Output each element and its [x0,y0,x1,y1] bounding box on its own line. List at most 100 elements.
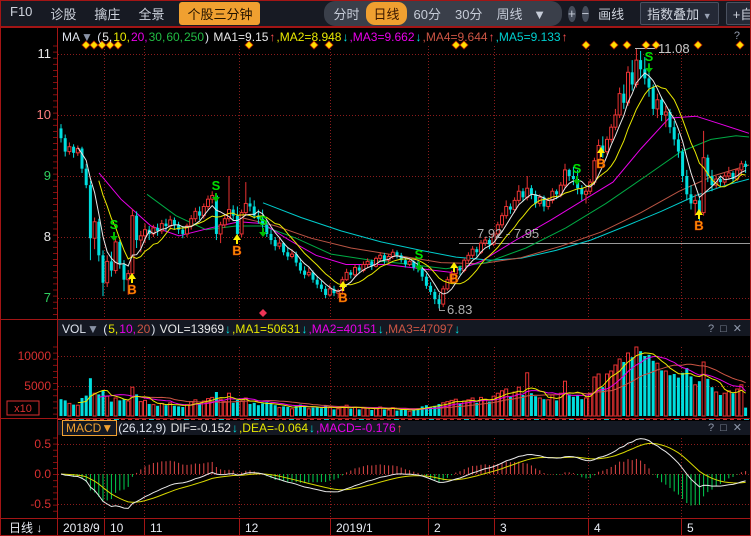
sell-signal-label: S [212,178,221,193]
candle-body-down [249,203,252,206]
tab-60分[interactable]: 60分 [407,2,448,25]
vol-bar-down [156,406,159,416]
candle-body-up [194,211,197,218]
candle-body-up [513,200,516,209]
maximize-icon[interactable]: □ [720,323,727,335]
close-icon[interactable]: ✕ [733,323,742,335]
range-price-label: 7.92 - 7.95 [477,226,539,241]
vol-bar-up [93,393,96,416]
high-price-label: 11.08 [658,41,690,56]
menu-item-诊股[interactable]: 诊股 [50,4,76,23]
vol-bar-down [72,405,75,416]
tab-日线[interactable]: 日线 [366,2,406,25]
vol-bar-down [316,407,319,416]
add-watchlist-dropdown[interactable]: +自选 ▼ [726,2,751,25]
help-icon[interactable]: ? [708,323,714,335]
vol-bar-down [320,408,323,416]
period-corner-dropdown[interactable]: 日线 ↓ [9,521,42,535]
vol-bar-down [64,400,67,416]
chart-canvas[interactable]: SBSBSBSBSBSB11.087.92 - 7.956.8311109871… [1,1,751,536]
header-segment: ↓ [416,30,422,44]
main-pane-icons: ? [728,30,740,42]
header-segment: 20, [131,30,148,44]
vol-bar-down [257,405,260,416]
candle-body-down [97,222,100,256]
vol-bar-down [459,404,462,416]
macd-dropdown[interactable]: MACD▼ [62,420,117,436]
help-icon[interactable]: ? [708,422,714,434]
candle-body-up [354,268,357,275]
vol-pane-icons: ? □ ✕ [702,322,742,335]
sell-arrow-icon [418,262,420,266]
candle-body-down [324,289,327,295]
vol-multiplier-label: x10 [14,403,32,415]
vol-bar-up [635,347,638,416]
vol-bar-up [223,402,226,416]
header-segment: MA1=9.15 [213,30,268,44]
header-segment: 5, [102,30,112,44]
vol-bar-down [396,411,399,416]
ma20-line [99,116,749,272]
vol-bar-up [144,400,147,416]
vol-bar-down [81,398,84,416]
vol-bar-down [677,378,680,416]
vol-bar-down [543,399,546,416]
close-icon[interactable]: ✕ [733,422,742,434]
vol-bar-down [370,410,373,416]
vol-bar-down [282,406,285,416]
vol-bar-up [727,391,730,416]
vol-bar-down [425,405,428,416]
dea-line [61,443,746,502]
vol-bar-down [236,400,239,416]
header-segment: ,MA3=9.662 [349,30,414,44]
vol-bar-up [593,377,596,416]
vol-bar-up [526,373,529,416]
vol-bar-down [165,405,168,416]
stock-3min-button[interactable]: 个股三分钟 [179,2,260,25]
index-overlay-dropdown[interactable]: 指数叠加 ▼ [640,2,719,25]
vol-bar-down [173,406,176,416]
vol-bar-up [538,398,541,416]
vol-bar-down [102,391,105,416]
candle-body-down [72,147,75,153]
vol-bar-down [118,400,121,416]
header-segment: DIF=-0.152 [171,421,231,435]
sell-signal-label: S [415,247,424,262]
ma-indicator-header[interactable]: MA▼ (5,10,20,30,60,250) MA1=9.15↑,MA2=8.… [62,30,569,44]
buy-signal-label: B [127,282,136,297]
buy-arrow-icon [342,287,344,291]
buy-signal-label: B [596,156,605,171]
vol-indicator-header[interactable]: VOL▼ (5,10,20) VOL=13969↓,MA1=50631↓,MA2… [62,322,461,336]
candle-body-down [509,207,512,210]
event-diamond-icon [610,41,618,49]
menu-item-擒庄[interactable]: 擒庄 [94,4,120,23]
tab-30分[interactable]: 30分 [448,2,489,25]
candle-body-down [530,188,533,194]
vol-bar-up [68,403,71,416]
maximize-icon[interactable]: □ [720,422,727,434]
tab-分时[interactable]: 分时 [326,2,366,25]
vol-bar-down [253,403,256,416]
ma250-line [263,179,749,260]
help-icon[interactable]: ? [734,30,740,42]
candle-body-down [349,272,352,274]
draw-line-button[interactable]: 画线 [598,4,624,23]
zoom-out-button[interactable]: − [582,6,590,22]
menu-item-F10[interactable]: F10 [10,4,32,23]
zoom-in-button[interactable]: + [568,6,576,22]
header-segment: ,MA1=50631 [232,322,300,336]
weekly-dropdown[interactable]: 周线 ▼ [489,2,560,25]
candle-body-down [64,138,67,151]
candle-body-up [627,72,630,103]
macd-indicator-header[interactable]: MACD▼(26,12,9) DIF=-0.152↓,DEA=-0.064↓,M… [62,421,404,435]
candle-body-down [358,268,361,271]
vol-bar-up [186,405,189,416]
candle-body-down [274,240,277,246]
candle-body-down [673,127,676,139]
vol-bar-down [433,406,436,416]
sell-signal-label: S [573,161,582,176]
event-diamond-icon [623,41,631,49]
header-segment: ↓ [454,322,460,336]
menu-item-全景[interactable]: 全景 [138,4,164,23]
vol-bar-up [408,411,411,416]
